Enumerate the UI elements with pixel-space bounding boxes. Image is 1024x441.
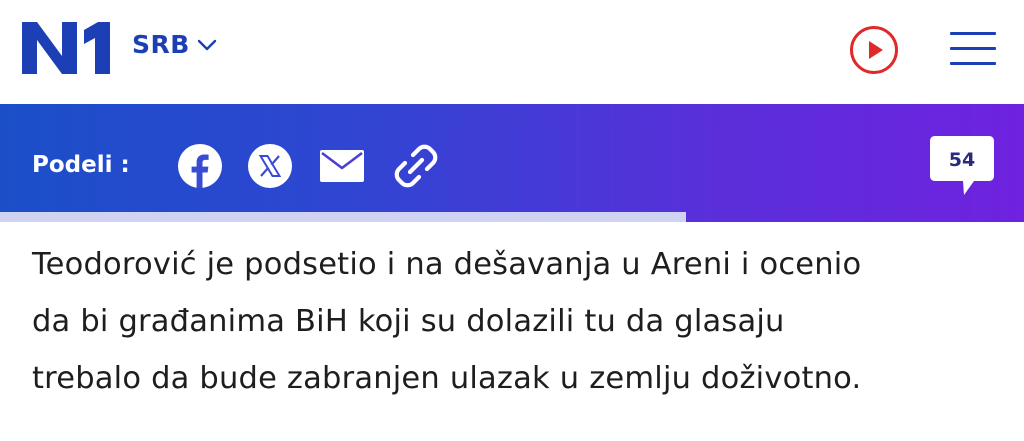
n1-logo[interactable]: N1 (22, 22, 110, 74)
menu-line (950, 32, 996, 35)
mail-icon[interactable] (320, 150, 364, 182)
share-label: Podeli : (32, 152, 130, 178)
share-bar: Podeli : 54 (0, 104, 1024, 222)
comment-count: 54 (948, 149, 976, 171)
menu-line (950, 47, 996, 50)
comments-button[interactable]: 54 (930, 136, 994, 198)
reading-progress-track (0, 222, 1024, 226)
article-line: trebalo da bude zabranjen ulazak u zemlj… (32, 361, 862, 396)
hamburger-menu-button[interactable] (950, 30, 996, 66)
chevron-down-icon (197, 39, 217, 50)
article-body: Teodorović je podsetio i na dešavanja u … (32, 236, 1012, 407)
x-icon[interactable] (248, 144, 292, 188)
link-icon[interactable] (392, 142, 440, 190)
facebook-icon[interactable] (178, 144, 222, 188)
article-line: da bi građanima BiH koji su dolazili tu … (32, 304, 785, 339)
live-play-button[interactable] (848, 24, 900, 76)
language-selector[interactable]: SRB (132, 30, 218, 59)
language-label: SRB (132, 30, 190, 59)
article-line: Teodorović je podsetio i na dešavanja u … (32, 247, 862, 282)
menu-line (950, 62, 996, 65)
reading-progress-bar (0, 212, 687, 222)
top-header: N1 SRB (0, 0, 1024, 104)
